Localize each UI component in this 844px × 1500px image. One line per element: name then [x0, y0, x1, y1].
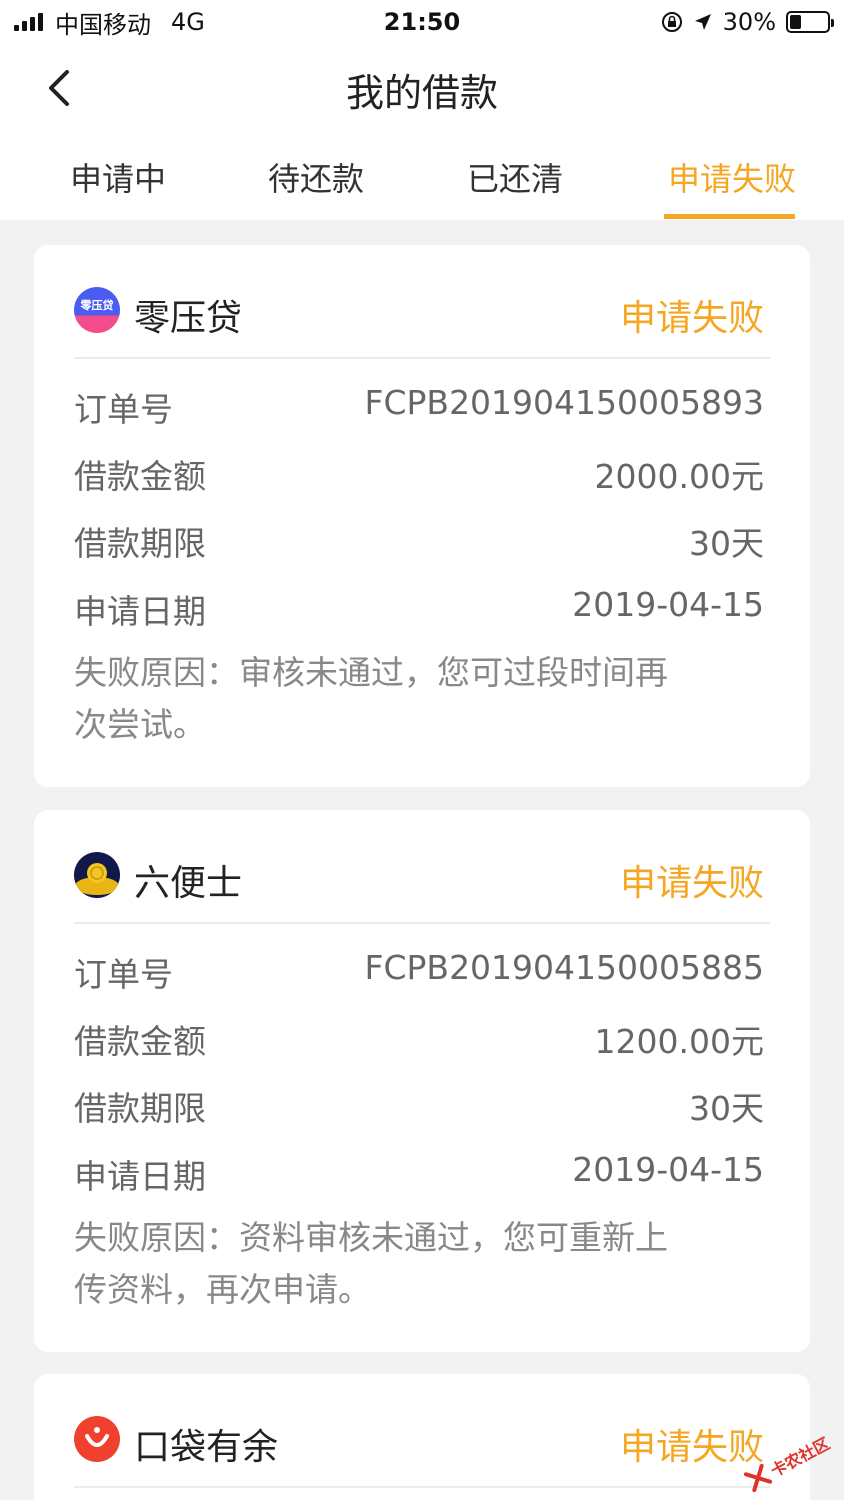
tab-pending-repayment[interactable]: 待还款 — [268, 154, 364, 220]
tab-bar: 申请中 待还款 已还清 申请失败 — [0, 130, 844, 220]
loan-card-header: 零压贷 零压贷 申请失败 — [74, 245, 770, 359]
battery-percent: 30% — [722, 8, 776, 36]
failure-reason-line: 传资料，再次申请。 — [74, 1270, 371, 1309]
order-number-row: 订单号 FCPB201904150005893 — [74, 383, 764, 433]
loan-card[interactable]: 口袋有余 申请失败 — [34, 1374, 810, 1500]
tab-application-failed[interactable]: 申请失败 — [668, 154, 796, 220]
status-badge: 申请失败 — [619, 863, 764, 904]
loan-term-row: 借款期限 30天 — [74, 517, 764, 567]
failure-reason: 失败原因：审核未通过，您可过段时间再 次尝试。 — [74, 647, 754, 751]
loan-term-row: 借款期限 30天 — [74, 1082, 764, 1132]
loan-term-value: 30天 — [689, 524, 764, 563]
apply-date-label: 申请日期 — [74, 592, 206, 631]
loan-card-header: 口袋有余 申请失败 — [74, 1374, 770, 1488]
failure-reason-line: 失败原因：审核未通过，您可过段时间再 — [74, 653, 668, 692]
carrier-label: 中国移动 — [55, 10, 151, 39]
lender-logo-text: 零压贷 — [80, 299, 114, 312]
tab-applying[interactable]: 申请中 — [70, 154, 166, 220]
loan-card-header: 六便士 申请失败 — [74, 810, 770, 924]
loan-amount-value: 2000.00元 — [594, 457, 764, 496]
active-tab-indicator — [664, 214, 795, 219]
lender-logo-liubianshi — [74, 852, 120, 898]
rotation-lock-icon — [661, 12, 682, 32]
apply-date-label: 申请日期 — [74, 1157, 206, 1196]
loan-amount-label: 借款金额 — [74, 457, 206, 496]
lender-logo-koudaiyouyu — [74, 1416, 120, 1462]
nav-bar: 我的借款 — [0, 44, 844, 130]
watermark-text: 卡农社区 — [767, 1433, 833, 1481]
loan-amount-label: 借款金额 — [74, 1022, 206, 1061]
tab-paid-off[interactable]: 已还清 — [467, 154, 563, 220]
order-number-value: FCPB201904150005893 — [364, 383, 765, 422]
smile-icon — [85, 1427, 109, 1447]
loan-term-label: 借款期限 — [74, 1089, 206, 1128]
status-bar: 中国移动 4G 21:50 30% — [0, 0, 844, 44]
watermark-logo-icon — [743, 1463, 773, 1493]
order-number-label: 订单号 — [74, 390, 173, 429]
loan-amount-row: 借款金额 2000.00元 — [74, 450, 764, 500]
location-arrow-icon — [694, 14, 711, 30]
lender-name: 口袋有余 — [134, 1427, 279, 1468]
order-number-row: 订单号 FCPB201904150005885 — [74, 948, 764, 998]
page-title: 我的借款 — [345, 71, 498, 115]
network-label: 4G — [171, 8, 205, 36]
failure-reason: 失败原因：资料审核未通过，您可重新上 传资料，再次申请。 — [74, 1212, 754, 1316]
battery-level — [790, 15, 801, 29]
failure-reason-line: 失败原因：资料审核未通过，您可重新上 — [74, 1218, 668, 1257]
loan-card[interactable]: 六便士 申请失败 订单号 FCPB201904150005885 借款金额 12… — [34, 810, 810, 1352]
apply-date-row: 申请日期 2019-04-15 — [74, 1150, 764, 1200]
signal-icon — [14, 13, 43, 31]
lender-name: 零压贷 — [134, 298, 243, 339]
status-badge: 申请失败 — [619, 298, 764, 339]
loan-term-value: 30天 — [689, 1089, 764, 1128]
loan-amount-row: 借款金额 1200.00元 — [74, 1015, 764, 1065]
lender-name: 六便士 — [134, 863, 243, 904]
order-number-label: 订单号 — [74, 955, 173, 994]
loan-card[interactable]: 零压贷 零压贷 申请失败 订单号 FCPB201904150005893 借款金… — [34, 245, 810, 787]
battery-icon — [786, 11, 834, 33]
loan-term-label: 借款期限 — [74, 524, 206, 563]
coin-icon — [75, 863, 119, 895]
failure-reason-line: 次尝试。 — [74, 705, 206, 744]
lender-logo-lingyadai: 零压贷 — [74, 287, 120, 333]
loan-amount-value: 1200.00元 — [594, 1022, 764, 1061]
status-left: 中国移动 4G — [14, 5, 205, 40]
apply-date-value: 2019-04-15 — [572, 1150, 764, 1189]
status-right: 30% — [661, 8, 834, 36]
order-number-value: FCPB201904150005885 — [364, 948, 765, 987]
apply-date-row: 申请日期 2019-04-15 — [74, 585, 764, 635]
apply-date-value: 2019-04-15 — [572, 585, 764, 624]
